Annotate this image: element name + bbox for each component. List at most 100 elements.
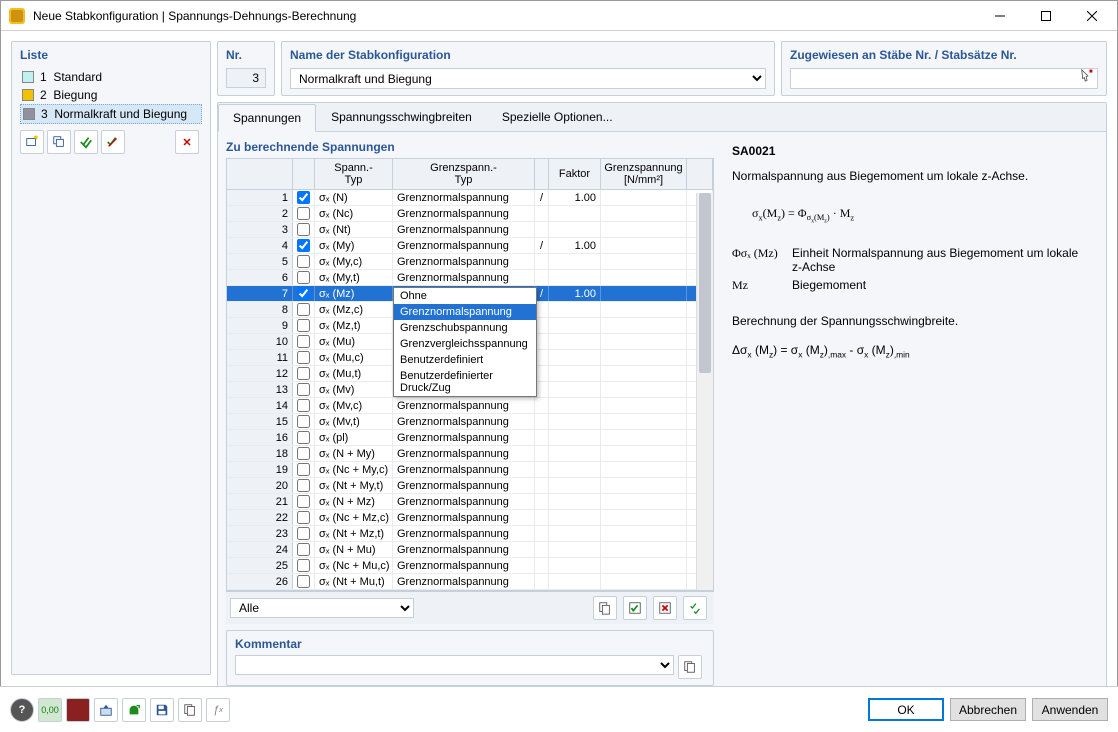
row-checkbox[interactable] [297,543,310,556]
row-checkbox[interactable] [297,463,310,476]
row-checkbox[interactable] [297,239,310,252]
row-checkbox[interactable] [297,207,310,220]
table-row[interactable]: 21σₓ (N + Mz)Grenznormalspannung [227,494,713,510]
table-row[interactable]: 14σₓ (Mv,c)Grenznormalspannung [227,398,713,414]
cancel-button[interactable]: Abbrechen [950,698,1026,721]
table-row[interactable]: 15σₓ (Mv,t)Grenznormalspannung [227,414,713,430]
copy-config-button[interactable] [47,130,71,154]
copy-row-button[interactable] [593,596,617,620]
table-row[interactable]: 16σₓ (pl)Grenznormalspannung [227,430,713,446]
graphics-button[interactable] [94,698,118,722]
check-all-button[interactable] [74,130,98,154]
filter-select[interactable]: Alle [230,598,414,618]
units-button[interactable]: 0,00 [38,698,62,722]
grid-scrollbar[interactable] [696,193,713,590]
row-checkbox[interactable] [297,271,310,284]
row-checkbox[interactable] [297,383,310,396]
tab-spezielle[interactable]: Spezielle Optionen... [487,103,628,131]
row-checkbox[interactable] [297,431,310,444]
table-row[interactable]: 24σₓ (N + Mu)Grenznormalspannung [227,542,713,558]
dropdown-option[interactable]: Grenzvergleichsspannung [394,336,536,352]
load-button[interactable] [122,698,146,722]
nr-panel: Nr. [217,41,275,96]
table-row[interactable]: 23σₓ (Nt + Mz,t)Grenznormalspannung [227,526,713,542]
table-row[interactable]: 18σₓ (N + My)Grenznormalspannung [227,446,713,462]
grenzspannung-dropdown[interactable]: OhneGrenznormalspannungGrenzschubspannun… [393,287,537,397]
table-row[interactable]: 3σₓ (Nt)Grenznormalspannung [227,222,713,238]
toggle-rows-button[interactable] [683,596,707,620]
row-checkbox[interactable] [297,335,310,348]
row-checkbox[interactable] [297,479,310,492]
color-button[interactable] [66,698,90,722]
help-button[interactable]: ? [10,698,34,722]
col-faktor: Faktor [549,159,601,189]
row-checkbox[interactable] [297,367,310,380]
row-checkbox[interactable] [297,399,310,412]
row-checkbox[interactable] [297,527,310,540]
table-row[interactable]: 25σₓ (Nc + Mu,c)Grenznormalspannung [227,558,713,574]
stress-grid[interactable]: Spann.- Typ Grenzspann.- Typ Faktor Gren… [226,158,714,591]
dropdown-option[interactable]: Benutzerdefiniert [394,352,536,368]
nr-title: Nr. [226,48,266,62]
row-checkbox[interactable] [297,255,310,268]
row-checkbox[interactable] [297,447,310,460]
dropdown-option[interactable]: Grenznormalspannung [394,304,536,320]
row-checkbox[interactable] [297,511,310,524]
dropdown-option[interactable]: Grenzschubspannung [394,320,536,336]
row-checkbox[interactable] [297,495,310,508]
nr-input[interactable] [226,68,266,88]
pick-members-button[interactable] [1078,66,1096,84]
bottom-toolbar: ? 0,00 ƒx OK Abbrechen Anwenden [0,686,1118,732]
liste-item[interactable]: 2 Biegung [20,86,202,104]
liste-item[interactable]: 3 Normalkraft und Biegung [20,104,202,124]
assign-input[interactable] [790,68,1098,89]
row-checkbox[interactable] [297,415,310,428]
ok-button[interactable]: OK [868,698,944,721]
table-row[interactable]: 1σₓ (N)Grenznormalspannung/1.00 [227,190,713,206]
table-row[interactable]: 5σₓ (My,c)Grenznormalspannung [227,254,713,270]
function-button[interactable]: ƒx [206,698,230,722]
dropdown-option[interactable]: Benutzerdefinierter Druck/Zug [394,368,536,396]
name-title: Name der Stabkonfiguration [290,48,766,62]
uncheck-rows-button[interactable] [653,596,677,620]
apply-button[interactable]: Anwenden [1032,698,1108,721]
name-select[interactable]: Normalkraft und Biegung [290,68,766,89]
table-row[interactable]: 2σₓ (Nc)Grenznormalspannung [227,206,713,222]
row-checkbox[interactable] [297,223,310,236]
save-button[interactable] [150,698,174,722]
row-checkbox[interactable] [297,191,310,204]
app-icon [9,8,25,24]
assign-title: Zugewiesen an Stäbe Nr. / Stabsätze Nr. [790,48,1098,62]
row-checkbox[interactable] [297,319,310,332]
row-checkbox[interactable] [297,303,310,316]
table-row[interactable]: 6σₓ (My,t)Grenznormalspannung [227,270,713,286]
dropdown-option[interactable]: Ohne [394,288,536,304]
row-checkbox[interactable] [297,575,310,588]
delete-config-button[interactable]: ✕ [175,130,199,154]
maximize-button[interactable] [1023,1,1069,31]
uncheck-all-button[interactable] [101,130,125,154]
tab-schwingbreiten[interactable]: Spannungsschwingbreiten [316,103,487,131]
check-rows-button[interactable] [623,596,647,620]
new-config-button[interactable] [20,130,44,154]
tabs: Spannungen Spannungsschwingbreiten Spezi… [218,103,1106,132]
default-button[interactable] [178,698,202,722]
tab-spannungen[interactable]: Spannungen [218,104,316,132]
comment-library-button[interactable] [678,655,702,679]
comment-input[interactable] [235,655,674,675]
col-typ: Spann.- Typ [315,159,393,189]
table-row[interactable]: 4σₓ (My)Grenznormalspannung/1.00 [227,238,713,254]
liste-item[interactable]: 1 Standard [20,68,202,86]
info-desc: Normalspannung aus Biegemoment um lokale… [732,168,1088,185]
row-checkbox[interactable] [297,287,310,300]
row-checkbox[interactable] [297,559,310,572]
minimize-button[interactable] [977,1,1023,31]
table-row[interactable]: 19σₓ (Nc + My,c)Grenznormalspannung [227,462,713,478]
table-row[interactable]: 26σₓ (Nt + Mu,t)Grenznormalspannung [227,574,713,590]
col-gtyp: Grenzspann.- Typ [393,159,535,189]
table-row[interactable]: 22σₓ (Nc + Mz,c)Grenznormalspannung [227,510,713,526]
comment-panel: Kommentar [226,630,714,686]
table-row[interactable]: 20σₓ (Nt + My,t)Grenznormalspannung [227,478,713,494]
row-checkbox[interactable] [297,351,310,364]
close-button[interactable] [1069,1,1115,31]
